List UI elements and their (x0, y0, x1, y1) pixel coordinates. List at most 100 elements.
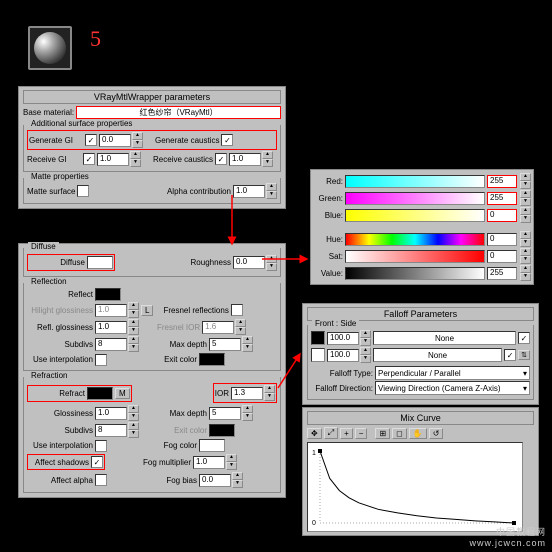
diffuse-group-title: Diffuse (28, 242, 59, 251)
roughness-value[interactable]: 0.0 (233, 256, 265, 269)
wrapper-title: VRayMtlWrapper parameters (23, 90, 281, 104)
receive-caustics-check[interactable]: ✓ (215, 153, 227, 165)
curve-zoom-icon[interactable]: ⊞ (375, 428, 390, 439)
falloff-swatch-2[interactable] (311, 348, 325, 362)
refl-interp-label: Use interpolation (27, 355, 93, 364)
affect-alpha-check[interactable] (95, 474, 107, 486)
fog-color-label: Fog color (147, 441, 197, 450)
alpha-contrib-value[interactable]: 1.0 (233, 185, 265, 198)
value-slider[interactable] (345, 267, 485, 280)
green-slider[interactable] (345, 192, 485, 205)
chevron-down-icon: ▾ (523, 369, 527, 378)
refr-exit-label: Exit color (157, 426, 207, 435)
material-preview-sphere (28, 26, 72, 70)
green-value[interactable]: 255 (487, 192, 517, 205)
matte-surface-label: Matte surface (27, 187, 75, 196)
refl-exit-swatch[interactable] (199, 353, 225, 366)
matte-surface-check[interactable] (77, 185, 89, 197)
falloff-swatch-1[interactable] (311, 331, 325, 345)
curve-fit-icon[interactable]: ◻ (392, 428, 407, 439)
mix-curve-graph[interactable]: 1 0 (307, 442, 523, 532)
refl-gloss-value[interactable]: 1.0 (95, 321, 127, 334)
diffuse-label: Diffuse (29, 258, 85, 267)
falloff-val1[interactable]: 100.0 (327, 332, 359, 345)
base-material-slot[interactable]: 红色纱帘（VRayMtl） (76, 106, 281, 119)
generate-caustics-label: Generate caustics (155, 136, 219, 145)
refr-subdivs-label: Subdivs (27, 426, 93, 435)
generate-gi-value[interactable]: 0.0 (99, 134, 131, 147)
refl-subdivs-label: Subdivs (27, 340, 93, 349)
curve-reset-icon[interactable]: ↺ (429, 428, 444, 439)
receive-gi-check[interactable]: ✓ (83, 153, 95, 165)
sat-slider[interactable] (345, 250, 485, 263)
hilight-gloss-value: 1.0 (95, 304, 127, 317)
green-label: Green: (313, 194, 343, 203)
spinner-down-icon[interactable]: ▼ (132, 140, 143, 148)
spinner-up-icon[interactable]: ▲ (132, 132, 143, 140)
falloff-panel: Falloff Parameters Front : Side 100.0▲▼ … (302, 303, 539, 405)
refl-gloss-label: Refl. glossiness (27, 323, 93, 332)
affect-shadows-check[interactable]: ✓ (91, 456, 103, 468)
swap-icon[interactable]: ⇅ (518, 350, 530, 360)
refr-exit-swatch[interactable] (209, 424, 235, 437)
refr-gloss-label: Glossiness (27, 409, 93, 418)
fresnel-check[interactable] (231, 304, 243, 316)
refr-maxdepth-value[interactable]: 5 (209, 407, 241, 420)
fog-bias-label: Fog bias (147, 476, 197, 485)
hue-value[interactable]: 0 (487, 233, 517, 246)
affect-alpha-label: Affect alpha (27, 476, 93, 485)
mixcurve-title: Mix Curve (307, 411, 534, 425)
falloff-type-dropdown[interactable]: Perpendicular / Parallel▾ (375, 366, 530, 380)
wrapper-panel: VRayMtlWrapper parameters Base material:… (18, 86, 286, 209)
refract-map-button[interactable]: M (115, 388, 130, 399)
svg-text:1: 1 (312, 450, 316, 457)
blue-value[interactable]: 0 (487, 209, 517, 222)
falloff-val2[interactable]: 100.0 (327, 349, 359, 362)
receive-gi-label: Receive GI (27, 155, 81, 164)
chevron-down-icon: ▾ (523, 384, 527, 393)
red-label: Red: (313, 177, 343, 186)
generate-gi-check[interactable]: ✓ (85, 134, 97, 146)
receive-gi-value[interactable]: 1.0 (97, 153, 129, 166)
refl-maxdepth-value[interactable]: 5 (209, 338, 241, 351)
roughness-label: Roughness (191, 258, 231, 267)
fog-bias-value[interactable]: 0.0 (199, 474, 231, 487)
fog-mult-value[interactable]: 1.0 (193, 456, 225, 469)
refl-interp-check[interactable] (95, 354, 107, 366)
hilight-lock-button[interactable]: L (141, 305, 153, 316)
curve-move-icon[interactable]: ✥ (307, 428, 322, 439)
falloff-map1-check[interactable]: ✓ (518, 332, 530, 344)
ior-value[interactable]: 1.3 (231, 387, 263, 400)
falloff-dir-dropdown[interactable]: Viewing Direction (Camera Z-Axis)▾ (375, 381, 530, 395)
fog-color-swatch[interactable] (199, 439, 225, 452)
blue-slider[interactable] (345, 209, 485, 222)
generate-caustics-check[interactable]: ✓ (221, 134, 233, 146)
red-value[interactable]: 255 (487, 175, 517, 188)
falloff-map1[interactable]: None (373, 331, 516, 345)
red-slider[interactable] (345, 175, 485, 188)
refr-maxdepth-label: Max depth (157, 409, 207, 418)
sat-value[interactable]: 0 (487, 250, 517, 263)
curve-pan-icon[interactable]: ✋ (409, 428, 427, 439)
reflect-swatch[interactable] (95, 288, 121, 301)
hue-slider[interactable] (345, 233, 485, 246)
refr-interp-check[interactable] (95, 440, 107, 452)
value-value[interactable]: 255 (487, 267, 517, 280)
base-material-label: Base material: (23, 108, 74, 117)
refr-interp-label: Use interpolation (27, 441, 93, 450)
curve-add-icon[interactable]: + (340, 428, 353, 439)
diffuse-swatch[interactable] (87, 256, 113, 269)
receive-caustics-value[interactable]: 1.0 (229, 153, 261, 166)
curve-del-icon[interactable]: − (355, 428, 368, 439)
curve-scale-icon[interactable]: ⤢ (324, 427, 338, 439)
blue-label: Blue: (313, 211, 343, 220)
watermark: 中国教程网www.jcwcn.com (469, 525, 546, 548)
refr-gloss-value[interactable]: 1.0 (95, 407, 127, 420)
refr-subdivs-value[interactable]: 8 (95, 424, 127, 437)
refract-swatch[interactable] (87, 387, 113, 400)
falloff-map2[interactable]: None (373, 348, 502, 362)
curve-point-start[interactable] (318, 449, 322, 453)
falloff-map2-check[interactable]: ✓ (504, 349, 516, 361)
refl-subdivs-value[interactable]: 8 (95, 338, 127, 351)
fresnel-ior-value: 1.6 (202, 321, 234, 334)
